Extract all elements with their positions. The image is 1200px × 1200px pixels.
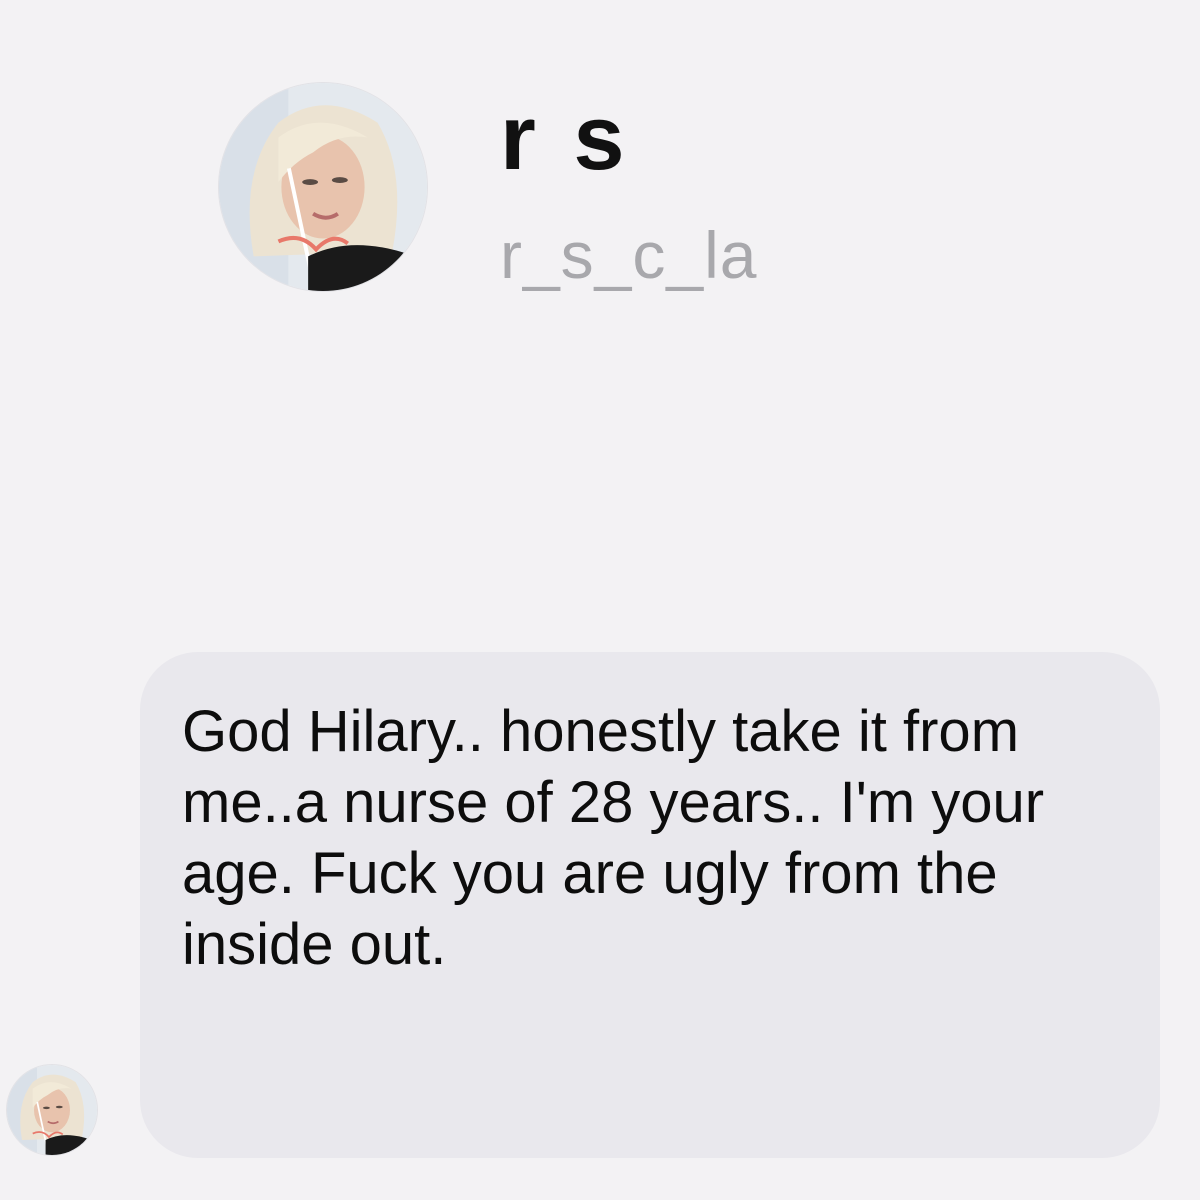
sender-avatar[interactable] [6,1064,98,1156]
display-name: r s [500,87,631,189]
message-text: God Hilary.. honestly take it from me..a… [182,699,1045,977]
profile-photo-icon [219,83,427,291]
profile-avatar[interactable] [218,82,428,292]
username: r_s_c_la [500,218,758,292]
message-bubble[interactable]: God Hilary.. honestly take it from me..a… [140,652,1160,1158]
profile-photo-icon [7,1065,97,1155]
